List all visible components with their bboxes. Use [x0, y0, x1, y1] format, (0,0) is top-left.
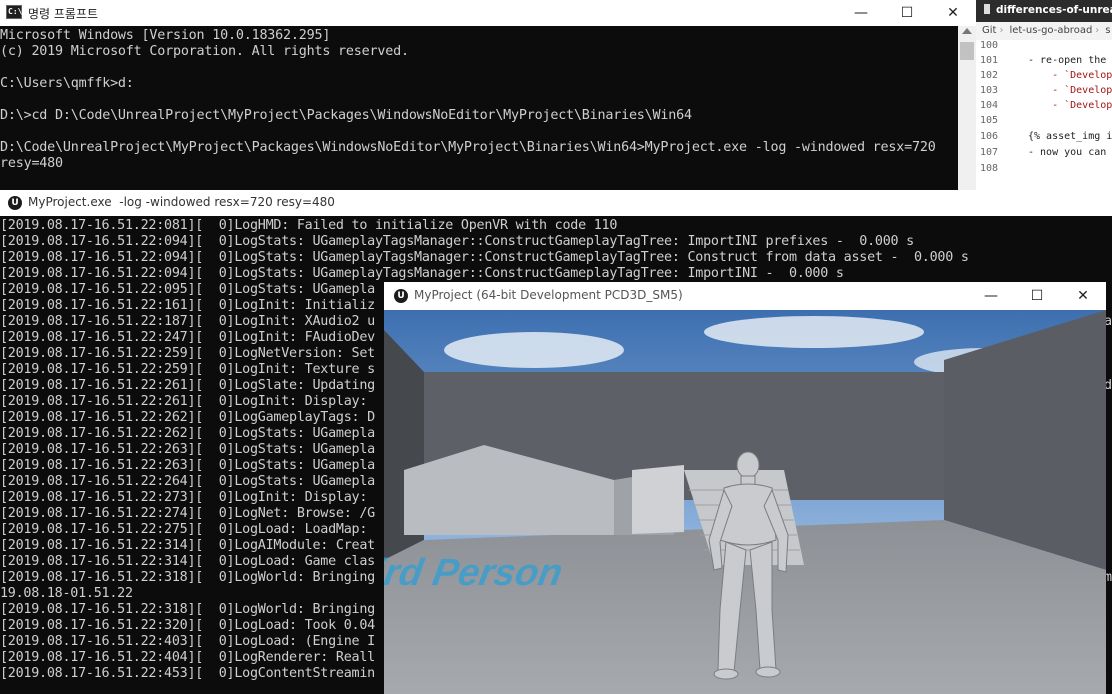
code-line: - `Develop — [1028, 70, 1112, 81]
game-viewport[interactable]: Third Person — [384, 310, 1106, 694]
log-line: [2019.08.17-16.51.22:259][ 0]LogNetVersi… — [0, 346, 375, 361]
file-icon — [984, 4, 990, 14]
stair-block — [632, 465, 684, 534]
log-line: [2019.08.17-16.51.22:273][ 0]LogInit: Di… — [0, 490, 375, 505]
breadcrumb-item[interactable]: Git — [982, 25, 996, 36]
code-line: {% asset_img i — [1028, 131, 1112, 142]
log-line: 19.08.18-01.51.22 — [0, 586, 133, 601]
log-line: [2019.08.17-16.51.22:094][ 0]LogStats: U… — [0, 250, 969, 265]
log-line: [2019.08.17-16.51.22:259][ 0]LogInit: Te… — [0, 362, 375, 377]
log-line: [2019.08.17-16.51.22:404][ 0]LogRenderer… — [0, 650, 375, 665]
code-line: - now you can — [1028, 147, 1107, 158]
cmd-titlebar[interactable]: C:\ 명령 프롬프트 — ☐ ✕ — [0, 0, 976, 26]
unreal-logo-icon: U — [394, 289, 408, 303]
log-line: [2019.08.17-16.51.22:247][ 0]LogInit: FA… — [0, 330, 375, 345]
log-line: [2019.08.17-16.51.22:318][ 0]LogWorld: B… — [0, 602, 375, 617]
log-titlebar[interactable]: U MyProject.exe -log -windowed resx=720 … — [0, 190, 1112, 216]
cmd-output[interactable]: Microsoft Windows [Version 10.0.18362.29… — [0, 26, 958, 190]
cmd-line: resy=480 — [0, 156, 63, 171]
log-line: [2019.08.17-16.51.22:403][ 0]LogLoad: (E… — [0, 634, 375, 649]
scrollbar-thumb[interactable] — [960, 42, 974, 60]
cmd-line: Microsoft Windows [Version 10.0.18362.29… — [0, 28, 331, 43]
cmd-line: D:\Code\UnrealProject\MyProject\Packages… — [0, 140, 936, 155]
line-number: 108 — [980, 163, 999, 174]
cmd-scrollbar[interactable] — [958, 26, 976, 190]
breadcrumb: Git › let-us-go-abroad › s — [976, 22, 1112, 40]
log-line: [2019.08.17-16.51.22:187][ 0]LogInit: XA… — [0, 314, 375, 329]
cmd-window[interactable]: C:\ 명령 프롬프트 — ☐ ✕ Microsoft Windows [Ver… — [0, 0, 976, 190]
log-line: [2019.08.17-16.51.22:094][ 0]LogStats: U… — [0, 234, 914, 249]
line-number: 105 — [980, 115, 999, 126]
cloud — [704, 316, 924, 348]
code-line: - `Develop — [1028, 85, 1112, 96]
cmd-window-title: 명령 프롬프트 — [28, 7, 99, 21]
game-minimize-button[interactable]: — — [968, 282, 1014, 310]
cmd-maximize-button[interactable]: ☐ — [884, 0, 930, 26]
log-line: [2019.08.17-16.51.22:264][ 0]LogStats: U… — [0, 474, 375, 489]
line-number: 107 — [980, 147, 999, 158]
cmd-minimize-button[interactable]: — — [838, 0, 884, 26]
log-line: [2019.08.17-16.51.22:318][ 0]LogWorld: B… — [0, 570, 375, 585]
cmd-close-button[interactable]: ✕ — [930, 0, 976, 26]
code-line: - re-open the — [1028, 55, 1107, 66]
chevron-right-icon: › — [999, 25, 1004, 36]
line-number: 101 — [980, 55, 999, 66]
game-window-title: MyProject (64-bit Development PCD3D_SM5) — [414, 288, 683, 302]
log-line: [2019.08.17-16.51.22:453][ 0]LogContentS… — [0, 666, 375, 681]
log-line: [2019.08.17-16.51.22:274][ 0]LogNet: Bro… — [0, 506, 375, 521]
game-scene: Third Person — [384, 310, 1106, 694]
log-line: [2019.08.17-16.51.22:261][ 0]LogInit: Di… — [0, 394, 375, 409]
game-close-button[interactable]: ✕ — [1060, 282, 1106, 310]
floor-text: Third Person — [384, 551, 566, 594]
vscode-tab-bar: differences-of-unreal-bu — [976, 0, 1112, 22]
vscode-window[interactable]: differences-of-unreal-bu Git›let-us-go-a… — [976, 0, 1112, 190]
cloud — [444, 332, 624, 368]
code-line: - `Develop — [1028, 100, 1112, 111]
line-number: 100 — [980, 40, 999, 51]
tab-label: differences-of-unreal-bu — [996, 4, 1112, 16]
line-number: 102 — [980, 70, 999, 81]
cmd-app-icon: C:\ — [6, 5, 22, 19]
log-line: [2019.08.17-16.51.22:263][ 0]LogStats: U… — [0, 458, 375, 473]
log-line: [2019.08.17-16.51.22:275][ 0]LogLoad: Lo… — [0, 522, 375, 537]
cmd-line: C:\Users\qmffk>d: — [0, 76, 134, 91]
log-line: [2019.08.17-16.51.22:095][ 0]LogStats: U… — [0, 282, 375, 297]
breadcrumb-item[interactable]: let-us-go-abroad — [1009, 25, 1092, 36]
log-line: [2019.08.17-16.51.22:320][ 0]LogLoad: To… — [0, 618, 375, 633]
unreal-logo-icon: U — [8, 196, 22, 210]
log-line: [2019.08.17-16.51.22:263][ 0]LogStats: U… — [0, 442, 375, 457]
game-titlebar[interactable]: U MyProject (64-bit Development PCD3D_SM… — [384, 282, 1106, 310]
game-maximize-button[interactable]: ☐ — [1014, 282, 1060, 310]
log-line: [2019.08.17-16.51.22:094][ 0]LogStats: U… — [0, 266, 844, 281]
log-line: [2019.08.17-16.51.22:161][ 0]LogInit: In… — [0, 298, 375, 313]
chevron-right-icon: › — [1095, 25, 1100, 36]
cmd-line: (c) 2019 Microsoft Corporation. All righ… — [0, 44, 409, 59]
log-window-title: MyProject.exe -log -windowed resx=720 re… — [28, 195, 335, 209]
line-number: 103 — [980, 85, 999, 96]
line-number: 104 — [980, 100, 999, 111]
cmd-line: D:\>cd D:\Code\UnrealProject\MyProject\P… — [0, 108, 692, 123]
log-line: [2019.08.17-16.51.22:314][ 0]LogAIModule… — [0, 538, 375, 553]
line-number: 106 — [980, 131, 999, 142]
breadcrumb-item[interactable]: s — [1105, 25, 1110, 36]
log-line: [2019.08.17-16.51.22:262][ 0]LogStats: U… — [0, 426, 375, 441]
log-line: [2019.08.17-16.51.22:081][ 0]LogHMD: Fai… — [0, 218, 618, 233]
code-editor[interactable]: 100 101 - re-open the 102 - `Develop 103… — [976, 40, 1112, 190]
game-window[interactable]: U MyProject (64-bit Development PCD3D_SM… — [384, 282, 1106, 694]
vscode-editor-tab[interactable]: differences-of-unreal-bu — [984, 4, 1112, 16]
log-line: [2019.08.17-16.51.22:262][ 0]LogGameplay… — [0, 410, 375, 425]
log-line: [2019.08.17-16.51.22:261][ 0]LogSlate: U… — [0, 378, 375, 393]
log-line: [2019.08.17-16.51.22:314][ 0]LogLoad: Ga… — [0, 554, 375, 569]
scroll-up-arrow-icon[interactable] — [962, 28, 972, 34]
